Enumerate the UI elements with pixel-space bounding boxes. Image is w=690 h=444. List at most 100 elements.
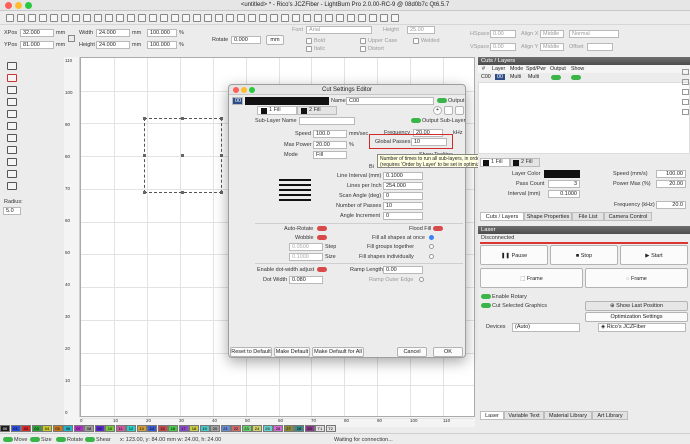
scale-height-field[interactable]: 100.000 [147,41,177,49]
align-y-select[interactable]: Middle [540,43,564,51]
line-interval-field[interactable]: 0.1000 [383,172,423,180]
bold-checkbox[interactable] [306,38,312,44]
tab-variable-text[interactable]: Variable Text [504,411,544,420]
hspace-field[interactable]: 0.00 [490,30,516,38]
fill-all-radio[interactable] [429,235,434,240]
italic-checkbox[interactable] [306,46,312,52]
radius-field[interactable]: 5.0 [3,207,21,215]
layer-settings-icon[interactable] [682,99,689,105]
wobble-size-field[interactable]: 0.1000 [289,253,323,261]
palette-swatch[interactable]: 01 [10,425,21,432]
wobble-step-field[interactable]: 0.0500 [289,243,323,251]
panel-power-field[interactable]: 20.00 [656,180,686,188]
palette-swatch[interactable]: 29 [304,425,315,432]
grid-array-icon[interactable] [7,170,17,178]
palette-swatch[interactable]: T2 [325,425,336,432]
palette-swatch[interactable]: 17 [178,425,189,432]
palette-swatch[interactable]: 12 [126,425,136,432]
tab-shape-properties[interactable]: Shape Properties [524,212,572,221]
palette-swatch[interactable]: 00 [0,425,10,432]
palette-swatch[interactable]: 05 [52,425,63,432]
interval-field[interactable]: 0.1000 [548,190,580,198]
align-right-icon[interactable] [324,14,333,22]
upper-case-checkbox[interactable] [360,38,366,44]
speed-field[interactable]: 100.0 [313,130,347,138]
resize-handle[interactable] [143,117,146,120]
selected-rectangle[interactable] [143,117,223,194]
resize-handle[interactable] [181,117,184,120]
palette-swatch[interactable]: 02 [21,425,31,432]
pass-count-field[interactable]: 3 [548,180,580,188]
align-left-icon[interactable] [313,14,322,22]
anchor-grid-icon[interactable] [68,35,75,42]
angle-increment-field[interactable]: 0 [383,212,423,220]
layer-show-toggle[interactable] [571,74,581,80]
palette-swatch[interactable]: 23 [241,425,252,432]
rotate-field[interactable]: 0.000 [231,36,261,44]
pen-tool-icon[interactable] [7,122,17,130]
global-passes-field[interactable]: 10 [411,138,447,146]
add-sublayer-icon[interactable]: + [433,106,442,115]
text-mode-select[interactable]: Normal [569,30,619,38]
export-icon[interactable] [38,14,47,22]
fill-individual-radio[interactable] [429,254,434,259]
size-toggle[interactable] [30,437,40,442]
array-icon[interactable] [390,14,399,22]
output-toggle[interactable] [437,98,447,103]
make-default-all-button[interactable]: Make Default for All [312,347,364,357]
palette-swatch[interactable]: 24 [252,425,262,432]
tab-cuts-layers[interactable]: Cuts / Layers [480,212,524,221]
show-last-position-button[interactable]: ⊕ Show Last Position [585,301,688,311]
palette-swatch[interactable]: 11 [115,425,126,432]
palette-swatch[interactable]: 09 [94,425,105,432]
palette-swatch[interactable]: 26 [273,425,283,432]
open-file-icon[interactable] [5,14,14,22]
cut-selected-toggle[interactable] [481,303,491,308]
palette-swatch[interactable]: 18 [189,425,199,432]
polygon-tool-icon[interactable] [7,98,17,106]
import-icon[interactable] [27,14,36,22]
paste-icon[interactable] [93,14,102,22]
palette-swatch[interactable]: 19 [199,425,210,432]
panel-frequency-field[interactable]: 20.0 [656,201,686,209]
ellipse-tool-icon[interactable] [7,86,17,94]
pause-button[interactable]: ❚❚ Pause [480,245,548,265]
palette-swatch[interactable]: 04 [42,425,52,432]
rotate-toggle[interactable] [56,437,66,442]
palette-swatch[interactable]: 25 [262,425,273,432]
flood-fill-toggle[interactable] [433,226,443,231]
rotate-icon[interactable] [302,14,311,22]
scale-width-field[interactable]: 100.000 [147,29,177,37]
weld-icon[interactable] [258,14,267,22]
delete-layer-icon[interactable] [682,89,689,95]
delete-icon[interactable] [104,14,113,22]
shear-toggle[interactable] [85,437,95,442]
move-toggle[interactable] [3,437,13,442]
optimization-settings-button[interactable]: Optimization Settings [585,312,688,322]
palette-swatch[interactable]: 15 [157,425,168,432]
palette-swatch[interactable]: 27 [283,425,294,432]
save-file-icon[interactable] [16,14,25,22]
mode-select[interactable]: Fill [313,151,347,159]
output-sublayer-toggle[interactable] [411,118,421,123]
zoom-out-icon[interactable] [137,14,146,22]
boolean-intersect-icon[interactable] [247,14,256,22]
machine-settings-icon[interactable] [192,14,201,22]
start-button[interactable]: ▶ Start [620,245,688,265]
offset-field[interactable] [587,43,613,51]
zoom-in-icon[interactable] [126,14,135,22]
mirror-v-icon[interactable] [291,14,300,22]
palette-swatch[interactable]: 22 [231,425,241,432]
resize-handle[interactable] [143,191,146,194]
lines-per-inch-field[interactable]: 254.000 [383,182,423,190]
sublayer-tab-2-panel[interactable]: 2 Fill [510,158,540,167]
dot-width-field[interactable]: 0.080 [289,276,323,284]
enable-rotary-toggle[interactable] [481,294,491,299]
dialog-minimize-button[interactable] [241,86,247,93]
trace-icon[interactable] [170,14,179,22]
tab-file-list[interactable]: File List [572,212,604,221]
fill-groups-radio[interactable] [429,244,434,249]
tab-laser[interactable]: Laser [480,411,504,420]
ypos-field[interactable]: 81.000 [20,41,54,49]
frame-button[interactable]: ⬚ Frame [480,268,583,288]
